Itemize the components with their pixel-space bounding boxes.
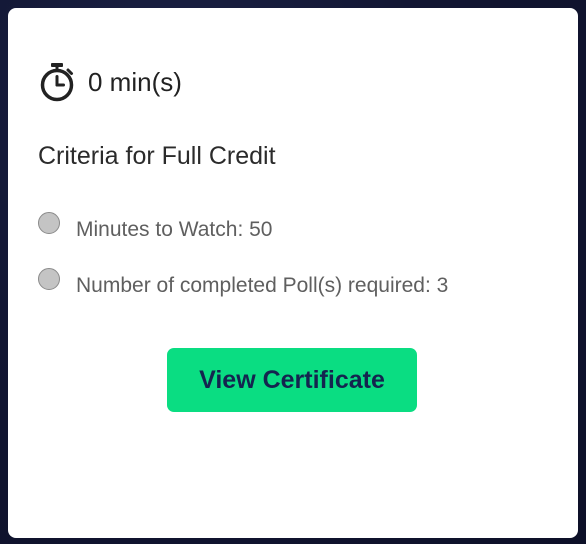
timer-value: 0 min(s) bbox=[88, 66, 182, 97]
radio-circle-icon bbox=[38, 212, 60, 234]
criteria-item-label: Minutes to Watch: 50 bbox=[76, 218, 273, 241]
timer-row: 0 min(s) bbox=[38, 62, 182, 102]
criteria-title: Criteria for Full Credit bbox=[38, 142, 276, 170]
view-certificate-button[interactable]: View Certificate bbox=[167, 348, 417, 412]
criteria-item-minutes: Minutes to Watch: 50 bbox=[38, 208, 272, 242]
radio-circle-icon bbox=[38, 268, 60, 290]
criteria-item-label: Number of completed Poll(s) required: 3 bbox=[76, 274, 449, 297]
criteria-item-polls: Number of completed Poll(s) required: 3 bbox=[38, 264, 448, 298]
credit-card: 0 min(s) Criteria for Full Credit Minute… bbox=[8, 8, 578, 538]
stopwatch-icon bbox=[38, 62, 76, 102]
